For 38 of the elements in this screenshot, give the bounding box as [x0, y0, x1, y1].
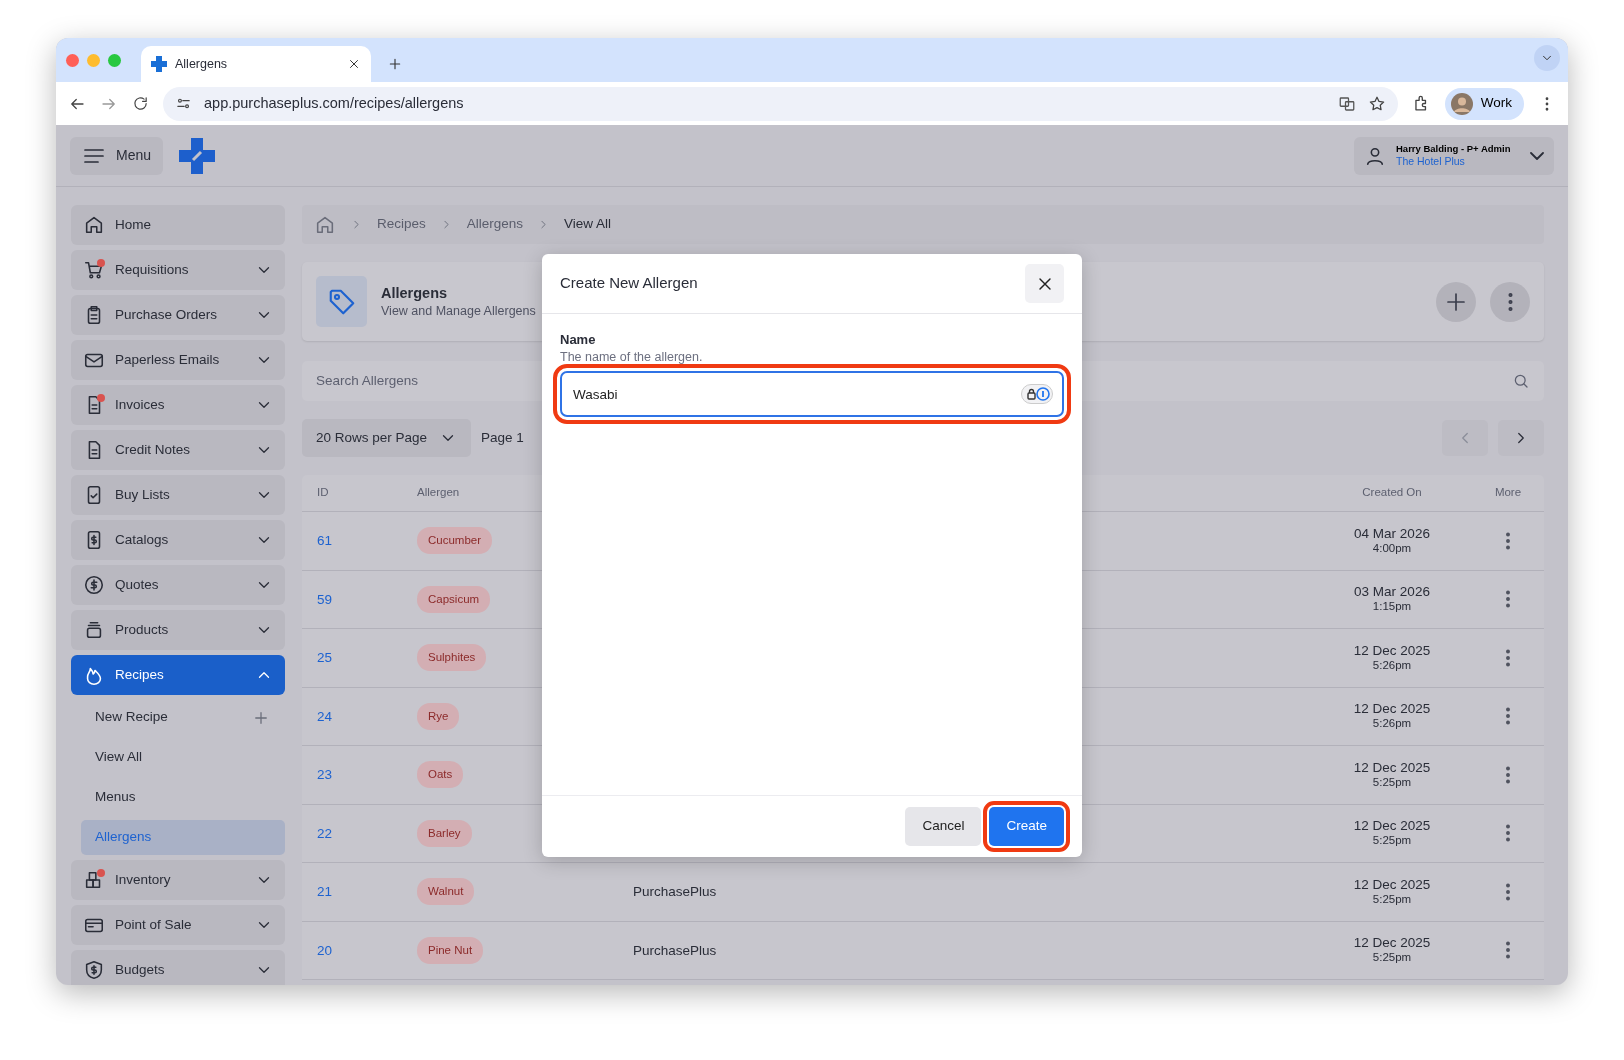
table-cell: PurchasePlus [633, 942, 717, 958]
time-text: 4:00pm [1372, 541, 1412, 556]
date-text: 12 Dec 2025 [1353, 759, 1431, 776]
table-cell: PurchasePlus [633, 884, 717, 900]
allergen-tag: Walnut [417, 878, 475, 906]
allergen-tag: Cucumber [417, 527, 493, 555]
page-title: Allergens [381, 283, 449, 303]
time-text: 5:25pm [1372, 775, 1412, 790]
column-header: Allergen [417, 485, 461, 501]
allergen-tag: Oats [417, 761, 464, 789]
dialog-title: Create New Allergen [560, 273, 698, 294]
page-label: Page 1 [481, 428, 524, 447]
allergen-tag: Sulphites [417, 644, 487, 672]
column-header: ID [317, 485, 330, 501]
time-text: 5:25pm [1372, 951, 1412, 966]
organisation-name: The Hotel Plus [1396, 154, 1466, 169]
allergen-tag: Capsicum [417, 585, 491, 613]
column-header: Created On [1362, 486, 1422, 499]
date-text: 03 Mar 2026 [1354, 584, 1430, 601]
column-header: More [1494, 486, 1522, 499]
page-subtitle: View and Manage Allergens [381, 302, 536, 320]
date-text: 12 Dec 2025 [1353, 701, 1431, 718]
user-name: Harry Balding - P+ Admin [1396, 142, 1512, 155]
field-help-text: The name of the allergen. [560, 348, 704, 366]
date-text: 12 Dec 2025 [1353, 876, 1431, 893]
date-text: 12 Dec 2025 [1353, 642, 1431, 659]
date-text: 04 Mar 2026 [1354, 525, 1430, 542]
time-text: 5:26pm [1372, 717, 1412, 732]
time-text: 1:15pm [1372, 600, 1412, 615]
allergen-tag: Barley [417, 819, 472, 847]
allergen-tag: Pine Nut [417, 936, 484, 964]
time-text: 5:25pm [1372, 892, 1412, 907]
allergen-tag: Rye [417, 702, 460, 730]
field-label: Name [560, 332, 597, 349]
time-text: 5:25pm [1372, 834, 1412, 849]
time-text: 5:26pm [1372, 658, 1412, 673]
date-text: 12 Dec 2025 [1353, 818, 1431, 835]
date-text: 12 Dec 2025 [1353, 935, 1431, 952]
